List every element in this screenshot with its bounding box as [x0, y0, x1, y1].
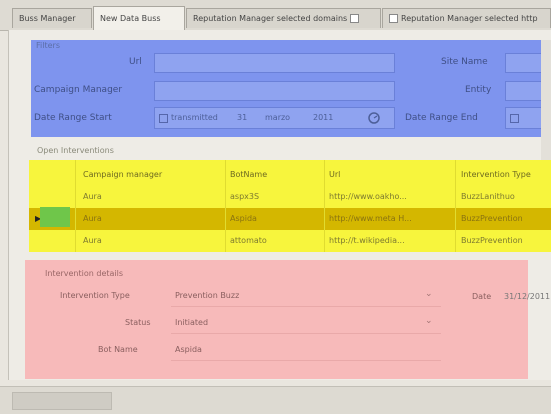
date-range-start-label: Date Range Start — [34, 113, 112, 123]
date-start-part: 31 — [237, 113, 248, 122]
intervention-type-label: Intervention Type — [60, 291, 130, 300]
table-cell: Aspida — [230, 214, 257, 223]
close-box-icon[interactable] — [350, 14, 360, 23]
field-underline — [171, 306, 441, 307]
date-value: 31/12/2011 — [504, 292, 551, 301]
table-cell: http://t.wikipedia... — [329, 236, 405, 245]
date-start-part: 2011 — [313, 113, 334, 122]
tab-reputation-http[interactable]: Reputation Manager selected http — [382, 8, 551, 28]
table-row[interactable]: Aura aspx3S http://www.oakho... BuzzLani… — [29, 186, 551, 208]
date-field[interactable]: Date 31/12/2011 — [468, 286, 551, 308]
date-start-checkbox[interactable] — [159, 114, 168, 123]
table-cell: BuzzPrevention — [461, 214, 523, 223]
column-divider — [225, 160, 226, 252]
tab-reputation-domains[interactable]: Reputation Manager selected domains — [186, 8, 381, 28]
close-box-icon[interactable] — [389, 14, 398, 23]
date-start-part: transmitted — [171, 113, 218, 122]
entity-label: Entity — [465, 85, 492, 95]
filters-panel: Filters Url Campaign Manager Date Range … — [31, 40, 551, 137]
interventions-legend: Open Interventions — [37, 146, 114, 155]
date-range-end-label: Date Range End — [405, 113, 478, 123]
table-cell: attomato — [230, 236, 267, 245]
column-header-campaign-manager[interactable]: Campaign manager — [83, 164, 223, 186]
tab-label: New Data Buss — [100, 14, 161, 23]
tab-new-data-buss[interactable]: New Data Buss — [93, 6, 185, 30]
column-header-url[interactable]: Url — [329, 164, 449, 186]
status-select[interactable]: Initiated — [175, 318, 208, 327]
table-row-selected[interactable]: ▶ Aura Aspida http://www.meta H... BuzzP… — [29, 208, 551, 230]
column-header-intervention-type[interactable]: Intervention Type — [461, 164, 551, 186]
row-header-selected[interactable] — [40, 207, 70, 227]
date-end-checkbox[interactable] — [510, 114, 519, 123]
date-label: Date — [472, 292, 492, 301]
table-row[interactable]: Aura attomato http://t.wikipedia... Buzz… — [29, 230, 551, 252]
interventions-table: Campaign manager BotName Url Interventio… — [29, 160, 551, 252]
filters-legend: Filters — [36, 41, 60, 50]
bot-name-label: Bot Name — [98, 345, 138, 354]
intervention-details-panel: Intervention details Intervention Type P… — [25, 260, 528, 379]
table-cell: aspx3S — [230, 192, 260, 201]
date-range-start-picker[interactable]: transmitted 31 marzo 2011 — [154, 107, 395, 129]
table-cell: http://www.meta H... — [329, 214, 412, 223]
tab-label: Reputation Manager selected domains — [193, 14, 348, 23]
column-header[interactable] — [35, 164, 75, 186]
table-header-row: Campaign manager BotName Url Interventio… — [29, 164, 551, 186]
date-start-part: marzo — [265, 113, 291, 122]
intervention-details-legend: Intervention details — [45, 269, 124, 278]
intervention-type-select[interactable]: Prevention Buzz — [175, 291, 239, 300]
site-name-label: Site Name — [441, 57, 488, 67]
chevron-down-icon[interactable]: ⌄ — [425, 289, 433, 299]
vertical-scrollbar[interactable] — [541, 40, 551, 160]
table-cell: http://www.oakho... — [329, 192, 407, 201]
table-cell: Aura — [83, 214, 102, 223]
campaign-manager-label: Campaign Manager — [34, 85, 123, 95]
status-label: Status — [125, 318, 151, 327]
column-divider — [324, 160, 325, 252]
bot-name-field[interactable]: Aspida — [175, 345, 202, 354]
table-cell: Aura — [83, 236, 102, 245]
campaign-manager-input[interactable] — [154, 81, 395, 101]
field-underline — [171, 360, 441, 361]
status-panel — [12, 392, 112, 410]
column-divider — [75, 160, 76, 252]
table-cell: BuzzPrevention — [461, 236, 523, 245]
chevron-down-icon[interactable]: ⌄ — [425, 316, 433, 326]
column-divider — [455, 160, 456, 252]
tab-label: Buss Manager — [19, 14, 76, 23]
table-cell: BuzzLanithuo — [461, 192, 515, 201]
url-input[interactable] — [154, 53, 395, 73]
url-label: Url — [129, 57, 142, 67]
column-header-botname[interactable]: BotName — [230, 164, 320, 186]
table-cell: Aura — [83, 192, 102, 201]
tab-bar: Buss Manager New Data Buss Reputation Ma… — [0, 0, 551, 31]
tab-buss-manager[interactable]: Buss Manager — [12, 8, 92, 28]
calendar-icon[interactable] — [367, 111, 381, 125]
field-underline — [171, 333, 441, 334]
tab-label: Reputation Manager selected http — [401, 14, 538, 23]
